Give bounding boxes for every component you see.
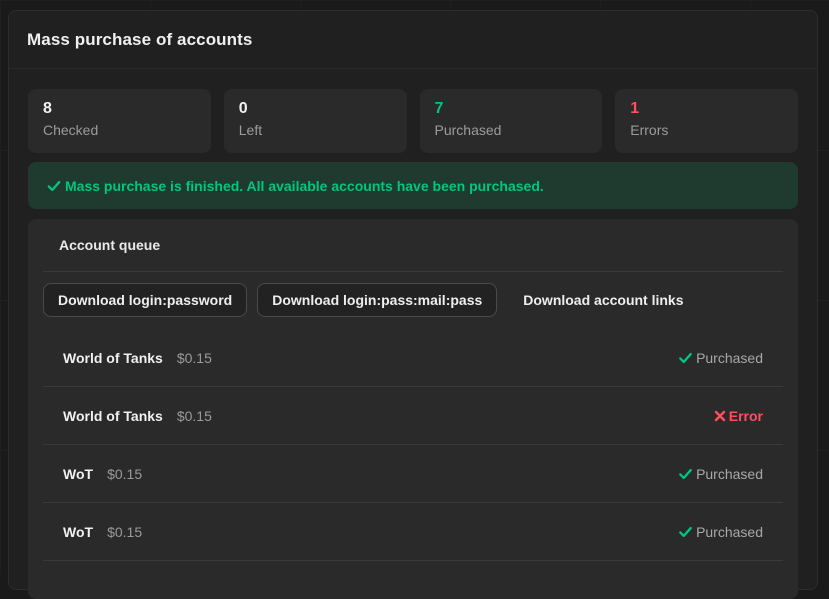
stats-row: 8 Checked 0 Left 7 Purchased 1 Errors — [28, 89, 798, 153]
row-price: $0.15 — [177, 408, 212, 424]
check-icon — [678, 351, 693, 365]
row-account-name: World of Tanks — [63, 350, 163, 366]
x-icon — [714, 410, 726, 422]
download-login-pass-mail-pass-button[interactable]: Download login:pass:mail:pass — [257, 283, 497, 317]
row-status: Error — [714, 408, 763, 424]
stat-purchased-label: Purchased — [435, 122, 588, 138]
download-account-links-button[interactable]: Download account links — [507, 292, 699, 308]
modal-title: Mass purchase of accounts — [27, 30, 252, 50]
row-status-text: Purchased — [696, 524, 763, 540]
row-account-name: World of Tanks — [63, 408, 163, 424]
success-alert: Mass purchase is finished. All available… — [28, 162, 798, 209]
stat-purchased: 7 Purchased — [420, 89, 603, 153]
stat-checked-label: Checked — [43, 122, 196, 138]
stat-left-label: Left — [239, 122, 392, 138]
queue-title: Account queue — [43, 219, 783, 272]
queue-list: World of Tanks $0.15 Purchased World of … — [43, 329, 783, 561]
modal-header: Mass purchase of accounts — [9, 11, 817, 69]
row-status-text: Purchased — [696, 466, 763, 482]
row-account-name: WoT — [63, 524, 93, 540]
queue-row: WoT $0.15 Purchased — [43, 503, 783, 561]
queue-row: World of Tanks $0.15 Error — [43, 387, 783, 445]
stat-errors: 1 Errors — [615, 89, 798, 153]
row-price: $0.15 — [107, 466, 142, 482]
account-queue-panel: Account queue Download login:password Do… — [28, 219, 798, 599]
row-status: Purchased — [678, 524, 763, 540]
stat-purchased-value: 7 — [435, 99, 588, 119]
row-price: $0.15 — [107, 524, 142, 540]
queue-row: WoT $0.15 Purchased — [43, 445, 783, 503]
download-login-password-button[interactable]: Download login:password — [43, 283, 247, 317]
alert-text: Mass purchase is finished. All available… — [65, 178, 544, 194]
row-price: $0.15 — [177, 350, 212, 366]
stat-checked-value: 8 — [43, 99, 196, 119]
stat-errors-value: 1 — [630, 99, 783, 119]
row-account-name: WoT — [63, 466, 93, 482]
stat-errors-label: Errors — [630, 122, 783, 138]
stat-left-value: 0 — [239, 99, 392, 119]
row-status: Purchased — [678, 466, 763, 482]
download-buttons: Download login:password Download login:p… — [43, 283, 783, 317]
stat-checked: 8 Checked — [28, 89, 211, 153]
check-icon — [678, 525, 693, 539]
mass-purchase-modal: Mass purchase of accounts 8 Checked 0 Le… — [8, 10, 818, 590]
stat-left: 0 Left — [224, 89, 407, 153]
row-status-text: Error — [729, 408, 763, 424]
queue-row: World of Tanks $0.15 Purchased — [43, 329, 783, 387]
row-status-text: Purchased — [696, 350, 763, 366]
row-status: Purchased — [678, 350, 763, 366]
check-icon — [47, 179, 61, 193]
check-icon — [678, 467, 693, 481]
